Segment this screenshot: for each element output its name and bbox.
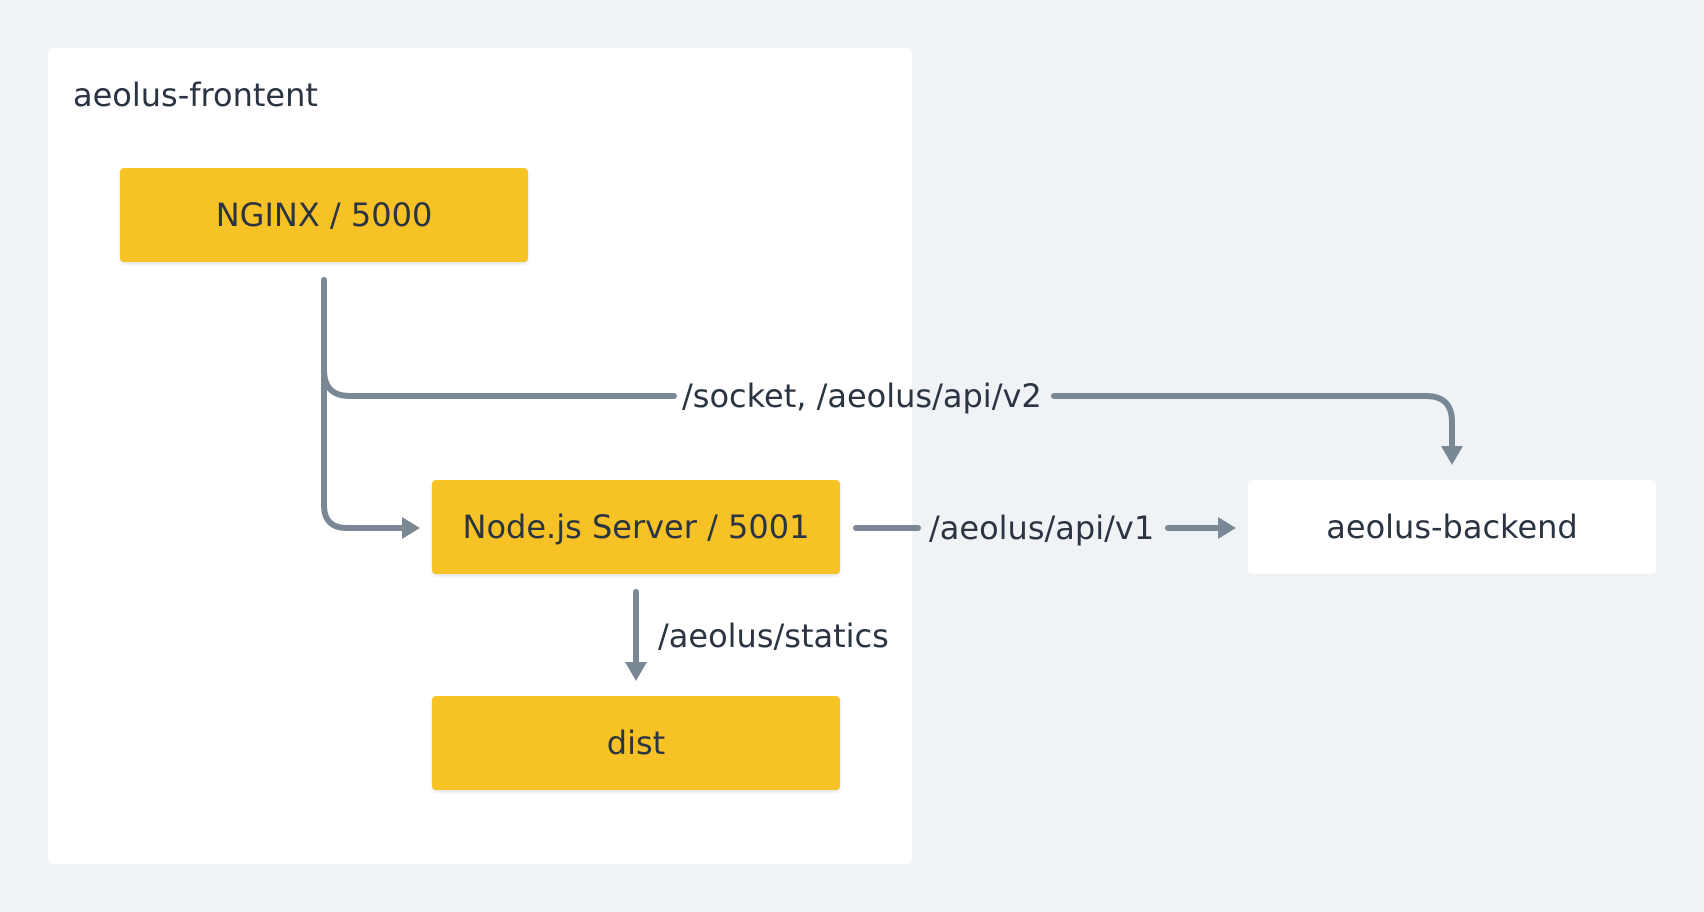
edge-nginx-to-backend-left [321, 367, 677, 399]
node-server-node[interactable]: Node.js Server / 5001 [432, 480, 840, 574]
nginx-node[interactable]: NGINX / 5000 [120, 168, 528, 262]
dist-node[interactable]: dist [432, 696, 840, 790]
edge-label-statics: /aeolus/statics [658, 617, 889, 655]
arrowhead-node-to-dist [625, 662, 647, 681]
edge-nginx-to-node [321, 277, 413, 531]
arrowhead-node-to-backend [1218, 517, 1236, 539]
edge-label-api-v1: /aeolus/api/v1 [929, 509, 1155, 547]
arrowhead-nginx-to-backend [1441, 446, 1463, 465]
edge-label-socket: /socket, /aeolus/api/v2 [682, 377, 1042, 415]
arrowhead-nginx-to-node [402, 517, 420, 539]
edge-layer [321, 277, 1463, 681]
edge-nginx-to-backend-right [1051, 393, 1455, 451]
backend-node[interactable]: aeolus-backend [1248, 480, 1656, 574]
